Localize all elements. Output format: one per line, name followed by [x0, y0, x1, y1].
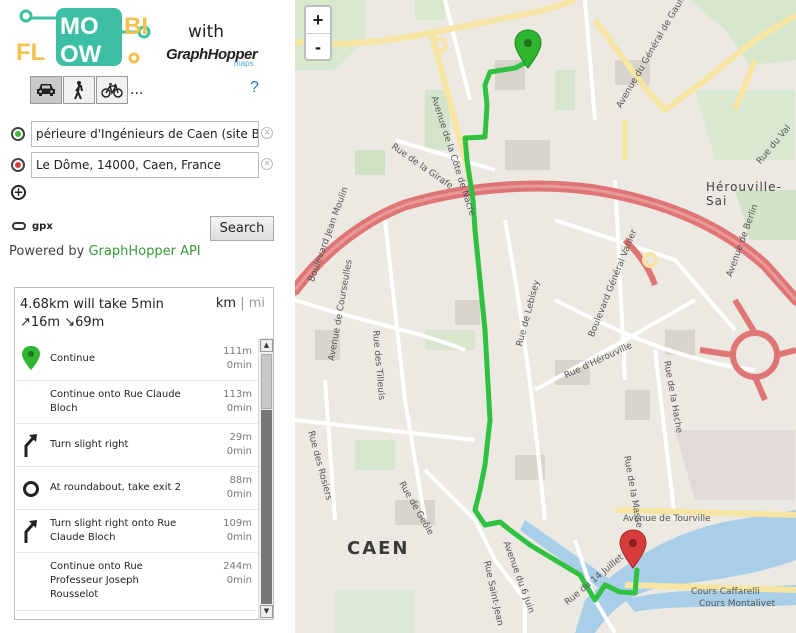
scroll-up-icon[interactable]: ▲	[260, 339, 273, 352]
instruction-text: Continue onto Rue Professeur Joseph Rous…	[50, 561, 143, 600]
zoom-in-button[interactable]: +	[306, 7, 330, 33]
street-label: Cours Caffarelli	[691, 587, 760, 597]
help-link[interactable]: ?	[250, 79, 259, 97]
gpx-label: gpx	[32, 221, 53, 232]
vehicle-car-button[interactable]	[30, 76, 62, 104]
instruction-meters: 109m	[223, 518, 252, 529]
instruction-row[interactable]: Turn slight right onto Rue Claude Bloch …	[15, 510, 258, 553]
route-elevation: ↗16m ↘69m	[20, 314, 164, 332]
scroll-thumb[interactable]	[261, 354, 272, 409]
street-label: Cours Montalivet	[699, 599, 776, 609]
street-label: Avenue de Tourville	[623, 514, 711, 524]
vehicle-foot-button[interactable]	[63, 76, 95, 104]
route-instructions-panel: 4.68km will take 5min ↗16m ↘69m km | mi …	[14, 287, 274, 620]
svg-text:OW: OW	[60, 41, 102, 68]
scroll-down-icon[interactable]: ▼	[260, 605, 273, 618]
search-button[interactable]: Search	[210, 216, 274, 241]
ascend-value: ↗16m	[20, 315, 61, 330]
instruction-meters: 29m	[229, 432, 252, 443]
unit-switch: km | mi	[216, 296, 265, 311]
clear-from-icon[interactable]: ✕	[261, 127, 273, 139]
instruction-text: Continue	[50, 353, 95, 364]
car-icon	[37, 84, 55, 96]
instruction-distance: 109m 0min	[223, 517, 252, 545]
more-options-button[interactable]: ...	[130, 82, 143, 98]
instruction-distance: 111m 0min	[223, 345, 252, 373]
vehicle-bike-button[interactable]	[96, 76, 128, 104]
end-marker-icon	[11, 158, 25, 172]
unit-separator: |	[240, 296, 245, 311]
powered-prefix: Powered by	[9, 244, 89, 259]
bicycle-icon	[101, 83, 123, 98]
instruction-row[interactable]: Continue onto Rue Professeur Joseph Rous…	[15, 553, 258, 611]
instruction-meters: 113m	[223, 389, 252, 400]
graphhopper-maps-label: maps	[234, 59, 254, 68]
clear-to-icon[interactable]: ✕	[261, 158, 273, 170]
instruction-row[interactable]: Continue onto Rue Claude Bloch 113m 0min	[15, 381, 258, 424]
route-distance-time: 4.68km will take 5min	[20, 297, 164, 312]
start-marker-icon	[11, 127, 25, 141]
city-label: CAEN	[347, 538, 410, 559]
instruction-duration: 0min	[226, 532, 252, 543]
link-icon	[12, 222, 26, 230]
turn-slight-right-icon	[24, 520, 37, 543]
instruction-text: At roundabout, take exit 2	[50, 482, 181, 493]
zoom-out-button[interactable]: -	[306, 33, 330, 59]
descend-value: ↘69m	[64, 315, 105, 330]
pedestrian-icon	[74, 81, 83, 100]
svg-text:BI: BI	[124, 13, 148, 40]
district-label: Hérouville-Sai	[706, 180, 782, 208]
instruction-distance: 29m 0min	[227, 431, 252, 459]
waypoint-to: Le Dôme, 14000, Caen, France ✕	[11, 152, 276, 178]
unit-km-toggle[interactable]: km	[216, 296, 236, 311]
gpx-export[interactable]: gpx	[12, 221, 53, 232]
roundabout-icon	[23, 481, 39, 497]
instruction-meters: 88m	[229, 475, 252, 486]
mobiflow-logo: FL MO BI OW	[16, 8, 151, 68]
route-summary: 4.68km will take 5min ↗16m ↘69m	[20, 296, 164, 332]
instruction-duration: 0min	[226, 489, 252, 500]
instruction-scrollbar[interactable]: ▲ ▼	[258, 338, 273, 619]
instruction-row[interactable]: Continue 111m 0min	[15, 338, 258, 381]
powered-by: Powered by GraphHopper API	[9, 244, 201, 259]
instruction-meters: 111m	[223, 346, 252, 357]
waypoint-from: périeure d'Ingénieurs de Caen (site B), …	[11, 121, 276, 147]
scroll-track[interactable]	[261, 410, 272, 604]
sidebar: FL MO BI OW with GraphHopper maps ... ? …	[0, 0, 295, 633]
unit-mi-toggle[interactable]: mi	[249, 296, 265, 311]
instruction-distance: 244m 0min	[223, 560, 252, 588]
add-waypoint-icon[interactable]: +	[11, 185, 26, 200]
map-view[interactable]: Avenue de la Côte de Nacre Avenue du Gén…	[295, 0, 796, 633]
to-input[interactable]: Le Dôme, 14000, Caen, France	[31, 152, 259, 178]
marker-green-icon	[22, 346, 40, 370]
graphhopper-api-link[interactable]: GraphHopper API	[88, 244, 200, 259]
from-input[interactable]: périeure d'Ingénieurs de Caen (site B),	[31, 121, 259, 147]
instruction-meters: 244m	[223, 561, 252, 572]
svg-text:FL: FL	[16, 39, 45, 66]
instruction-duration: 0min	[226, 403, 252, 414]
instruction-distance: 88m 0min	[227, 474, 252, 502]
with-label: with	[188, 22, 225, 42]
instruction-text: Turn slight right onto Rue Claude Bloch	[50, 518, 177, 543]
vehicle-selector	[30, 76, 129, 104]
turn-slight-right-icon	[24, 434, 37, 457]
instruction-row[interactable]: At roundabout, take exit 2 88m 0min	[15, 467, 258, 510]
instruction-distance: 113m 0min	[223, 388, 252, 416]
instruction-duration: 0min	[226, 360, 252, 371]
instruction-row[interactable]: Turn slight right 29m 0min	[15, 424, 258, 467]
instruction-duration: 0min	[226, 446, 252, 457]
instruction-text: Turn slight right	[50, 439, 129, 450]
instruction-list: Continue 111m 0min Continue onto Rue Cla…	[15, 338, 258, 620]
zoom-control: + -	[304, 5, 332, 61]
instruction-duration: 0min	[226, 575, 252, 586]
svg-text:MO: MO	[60, 13, 99, 40]
instruction-text: Continue onto Rue Claude Bloch	[50, 389, 181, 414]
